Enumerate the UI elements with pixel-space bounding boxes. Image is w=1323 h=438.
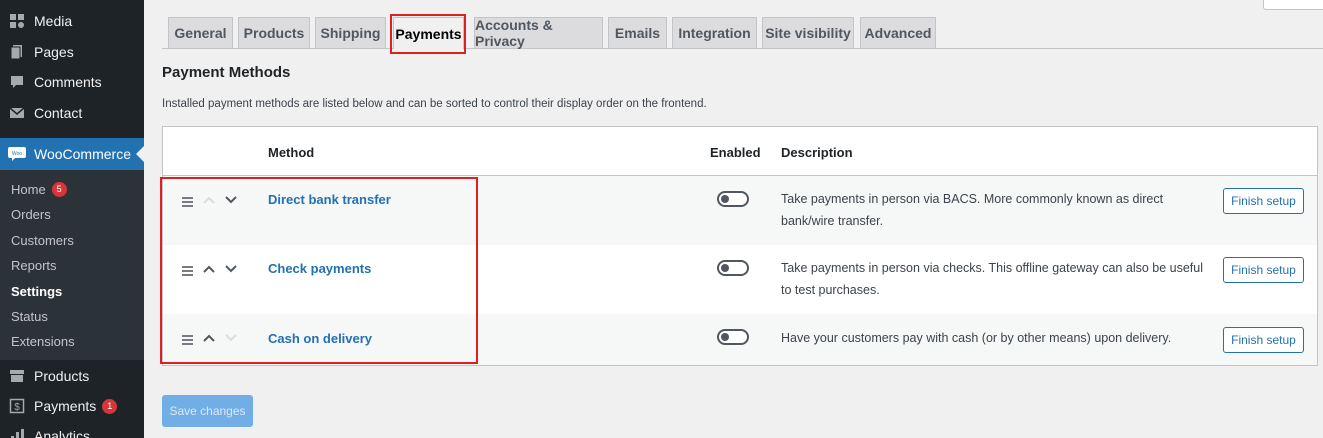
submenu-label: Reports [11, 257, 57, 273]
payments-count-badge: 1 [102, 398, 118, 414]
menu-item-comments[interactable]: Comments [0, 67, 144, 97]
menu-label: Pages [34, 44, 74, 60]
svg-text:Woo: Woo [12, 151, 22, 157]
submenu-label: Settings [11, 283, 63, 299]
pages-icon [8, 43, 26, 61]
menu-item-contact[interactable]: Contact [0, 98, 144, 128]
tab-integration[interactable]: Integration [672, 17, 757, 48]
finish-setup-button[interactable]: Finish setup [1223, 188, 1304, 214]
column-header-method: Method [268, 145, 315, 160]
finish-setup-button[interactable]: Finish setup [1223, 257, 1304, 283]
payments-icon: $ [8, 397, 26, 415]
tabs-baseline [162, 48, 1323, 49]
submenu-label: Home [11, 181, 46, 197]
tab-general[interactable]: General [168, 17, 233, 48]
home-count-badge: 5 [51, 181, 67, 197]
column-header-enabled: Enabled [710, 145, 761, 160]
tab-emails[interactable]: Emails [608, 17, 667, 48]
mail-icon [8, 104, 26, 122]
methods-highlight-box [160, 177, 478, 364]
menu-label: Contact [34, 105, 83, 121]
menu-label: Comments [34, 74, 102, 90]
help-tab-corner[interactable] [1263, 0, 1323, 10]
tab-shipping[interactable]: Shipping [315, 17, 386, 48]
current-menu-arrow [136, 146, 144, 162]
enabled-toggle[interactable] [717, 191, 749, 207]
method-description: Have your customers pay with cash (or by… [781, 331, 1172, 345]
submenu-label: Customers [11, 232, 74, 248]
menu-item-woocommerce[interactable]: Woo WooCommerce [0, 138, 144, 170]
menu-label: Analytics [34, 428, 91, 438]
intro-text: Installed payment methods are listed bel… [162, 98, 707, 110]
media-icon [8, 12, 26, 30]
method-description: Take payments in person via checks. This… [781, 261, 1203, 297]
submenu-item-home[interactable]: Home 5 [11, 179, 67, 199]
section-title: Payment Methods [162, 64, 291, 81]
admin-sidebar: Media Pages Comments Contact Woo WooComm… [0, 0, 144, 438]
menu-label: Products [34, 368, 90, 384]
products-icon [8, 367, 26, 385]
tab-site-visibility[interactable]: Site visibility [762, 17, 854, 48]
menu-item-pages[interactable]: Pages [0, 37, 144, 67]
menu-item-payments[interactable]: $ Payments 1 [0, 391, 144, 421]
tab-products[interactable]: Products [238, 17, 310, 48]
svg-text:$: $ [14, 402, 20, 413]
submenu-label: Status [11, 308, 48, 324]
menu-item-media[interactable]: Media [0, 6, 144, 36]
tab-accounts-privacy[interactable]: Accounts & Privacy [474, 17, 603, 49]
menu-item-analytics[interactable]: Analytics [0, 421, 144, 438]
submenu-label: Extensions [11, 333, 75, 349]
submenu-item-extensions[interactable]: Extensions [11, 331, 75, 351]
tab-advanced[interactable]: Advanced [860, 17, 936, 48]
finish-setup-button[interactable]: Finish setup [1223, 327, 1304, 353]
save-changes-button[interactable]: Save changes [162, 395, 253, 427]
comments-icon [8, 73, 26, 91]
enabled-toggle[interactable] [717, 260, 749, 276]
woocommerce-submenu: Home 5 Orders Customers Reports Settings… [0, 170, 144, 360]
submenu-item-orders[interactable]: Orders [11, 204, 51, 224]
analytics-icon [8, 427, 26, 438]
submenu-item-customers[interactable]: Customers [11, 230, 74, 250]
submenu-item-settings[interactable]: Settings [11, 281, 62, 301]
submenu-label: Orders [11, 206, 51, 222]
enabled-toggle[interactable] [717, 329, 749, 345]
active-tab-highlight [390, 14, 466, 54]
menu-label: WooCommerce [34, 146, 131, 162]
menu-item-products[interactable]: Products [0, 361, 144, 391]
submenu-item-status[interactable]: Status [11, 306, 48, 326]
column-header-description: Description [781, 145, 853, 160]
woocommerce-icon: Woo [8, 145, 26, 163]
method-description: Take payments in person via BACS. More c… [781, 192, 1164, 228]
menu-label: Media [34, 13, 73, 29]
submenu-item-reports[interactable]: Reports [11, 255, 57, 275]
menu-label: Payments [34, 398, 97, 414]
